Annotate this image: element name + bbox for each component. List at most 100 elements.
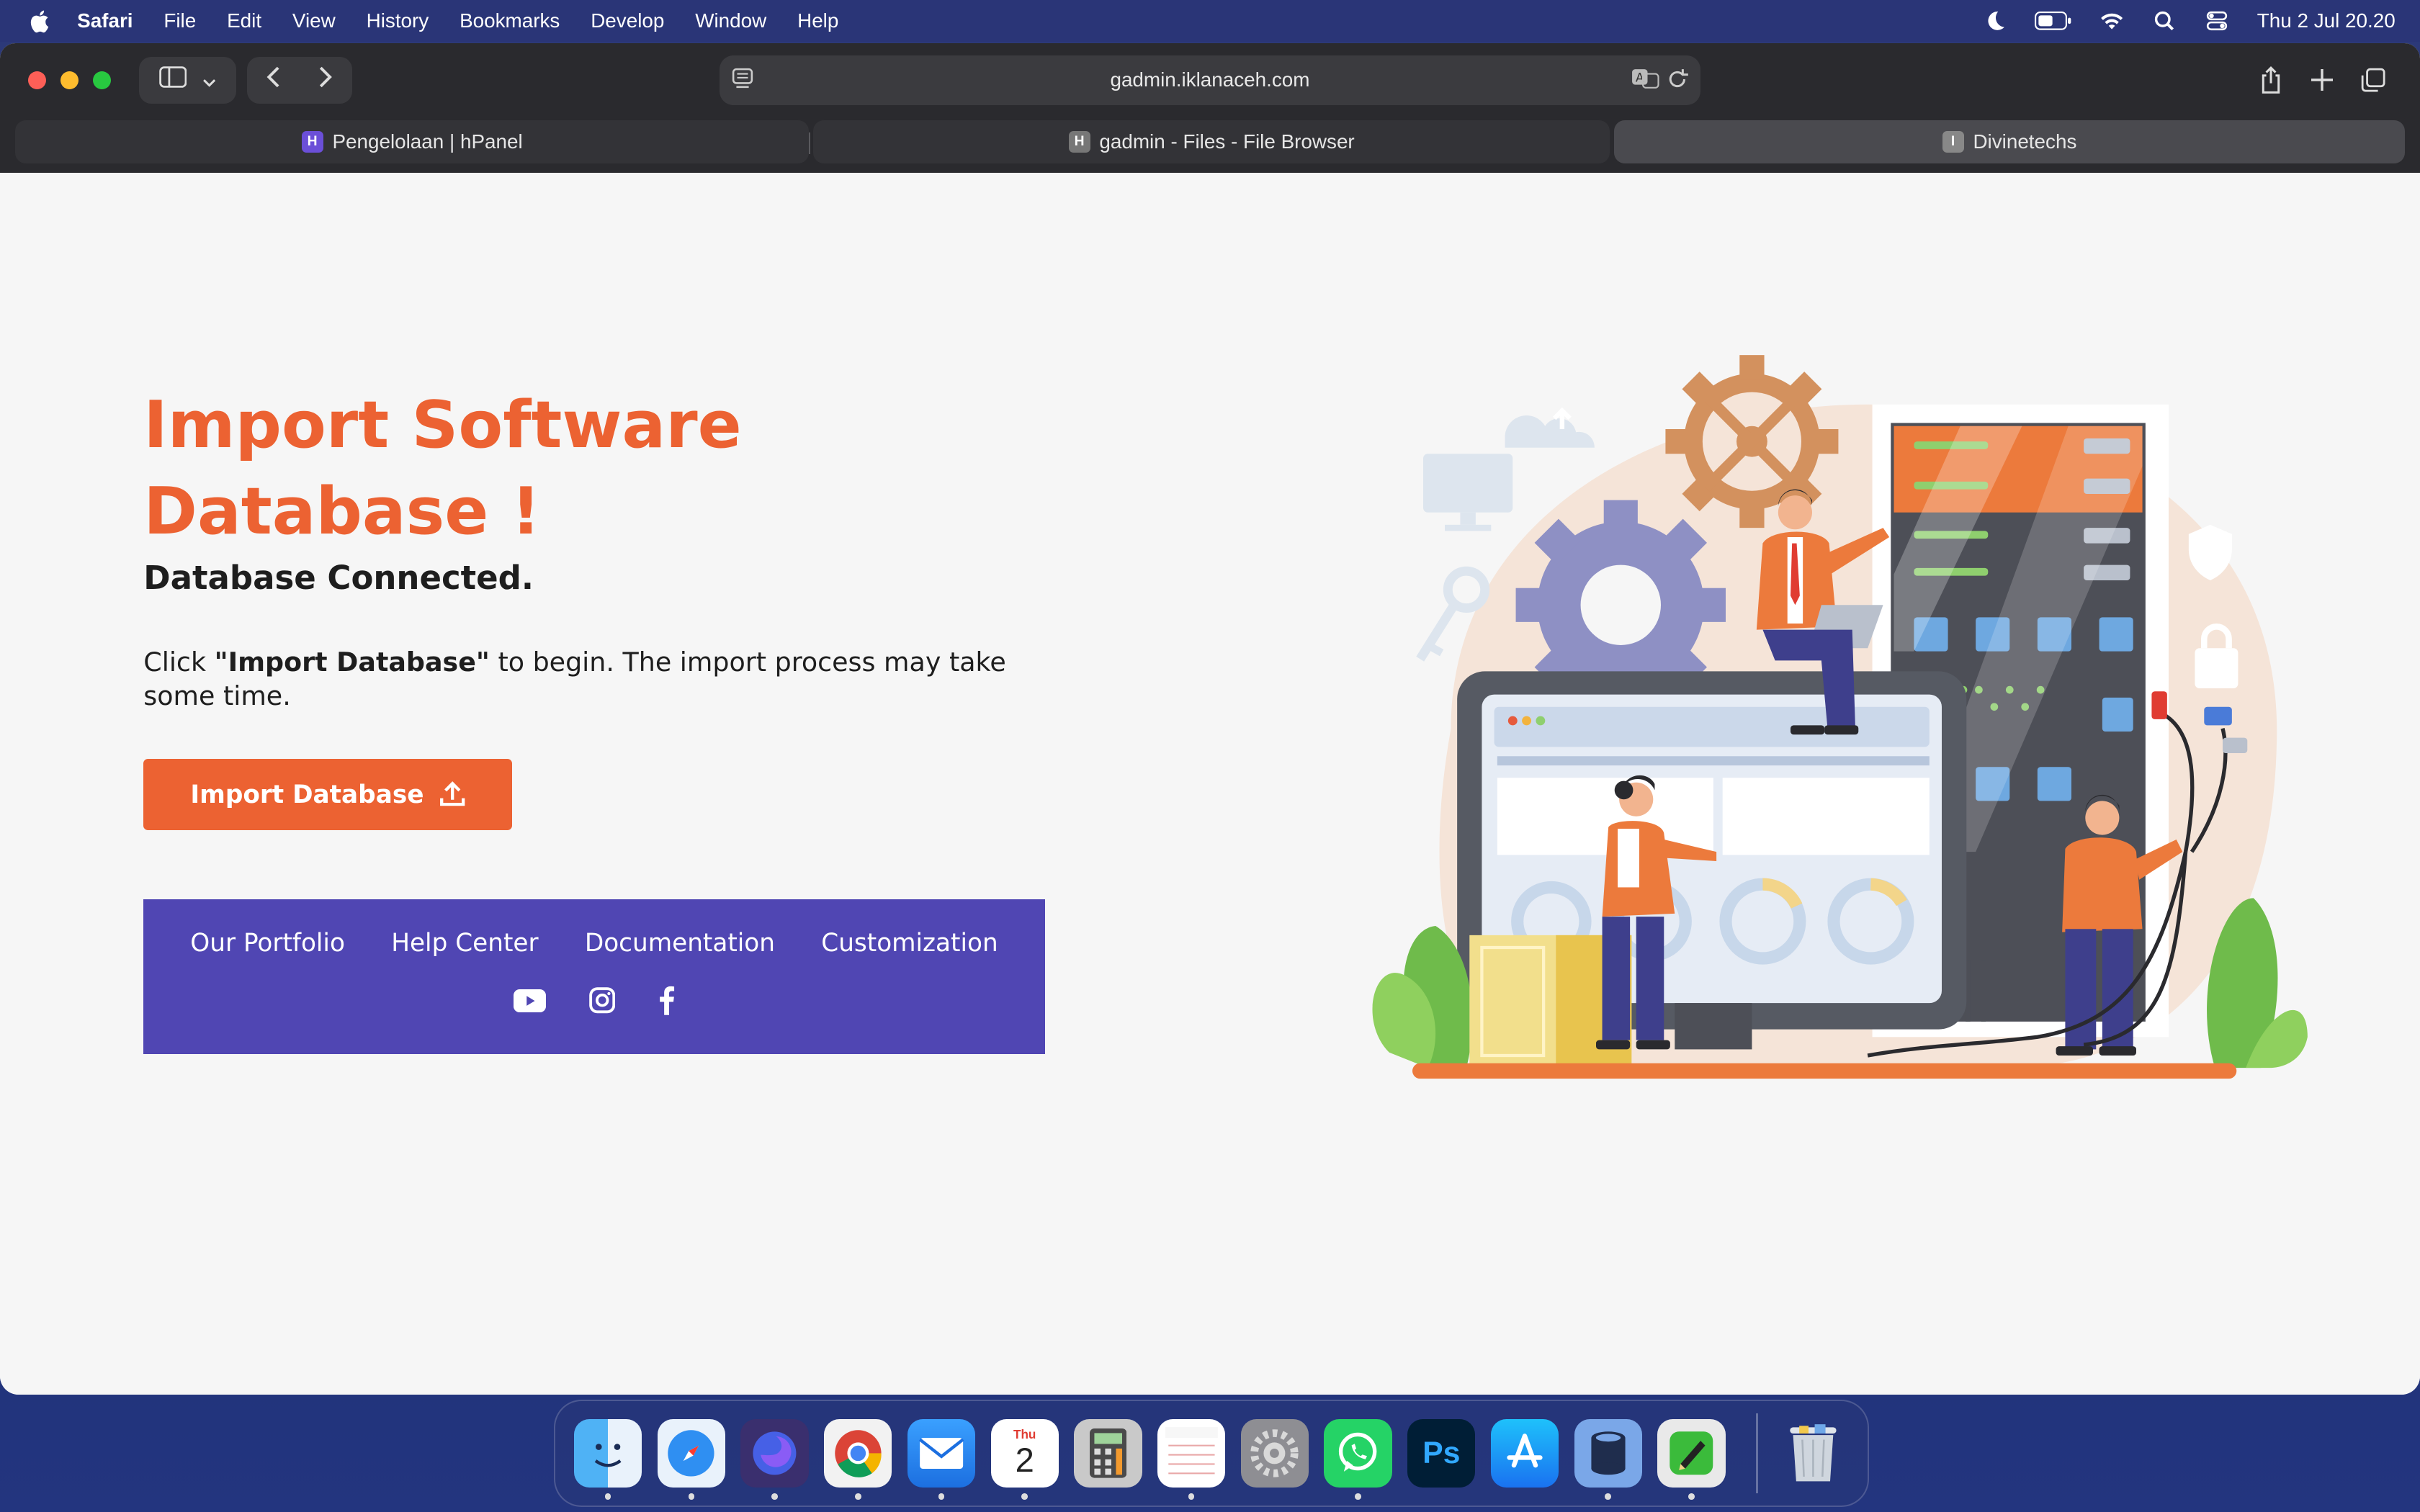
calendar-day: 2 xyxy=(1015,1441,1034,1480)
customization-link[interactable]: Customization xyxy=(821,929,998,958)
import-database-button[interactable]: Import Database xyxy=(143,759,513,830)
chevron-down-icon xyxy=(202,66,216,94)
running-indicator xyxy=(1188,1493,1195,1500)
wifi-icon[interactable] xyxy=(2099,10,2124,32)
documentation-link[interactable]: Documentation xyxy=(585,929,775,958)
control-center-icon[interactable] xyxy=(2205,10,2229,32)
sidebar-toggle-button[interactable] xyxy=(138,57,236,104)
tab-hpanel[interactable]: H Pengelolaan | hPanel xyxy=(15,120,809,164)
chrome-icon[interactable] xyxy=(824,1419,892,1488)
navigation-buttons xyxy=(246,57,352,104)
help-center-link[interactable]: Help Center xyxy=(391,929,538,958)
menu-file[interactable]: File xyxy=(163,9,196,32)
running-indicator xyxy=(771,1493,778,1500)
menubar-status-area: Thu 2 Jul 20.20 xyxy=(1982,0,2420,42)
database-app-icon[interactable] xyxy=(1574,1419,1642,1488)
address-bar[interactable]: gadmin.iklanaceh.com A xyxy=(719,55,1701,105)
running-indicator xyxy=(1688,1493,1695,1500)
desc-prefix: Click xyxy=(143,646,215,678)
apple-icon[interactable] xyxy=(28,9,50,33)
facebook-icon[interactable] xyxy=(658,986,676,1015)
server-illustration xyxy=(1372,354,2308,1079)
gear-icon xyxy=(1665,354,1839,528)
toolbar-right-actions xyxy=(2246,57,2398,103)
forward-button[interactable] xyxy=(318,66,333,94)
menu-develop[interactable]: Develop xyxy=(591,9,664,32)
footer-links-box: Our Portfolio Help Center Documentation … xyxy=(143,899,1045,1054)
system-settings-icon[interactable] xyxy=(1240,1419,1309,1488)
menu-window[interactable]: Window xyxy=(695,9,766,32)
spotlight-search-icon[interactable] xyxy=(2152,10,2177,32)
tab-bar: H Pengelolaan | hPanel H gadmin - Files … xyxy=(0,117,2420,173)
instruction-text: Click "Import Database" to begin. The im… xyxy=(143,645,1039,713)
tab-file-browser[interactable]: H gadmin - Files - File Browser xyxy=(813,120,1610,164)
social-links xyxy=(143,986,1044,1015)
moon-icon[interactable] xyxy=(1982,10,2007,32)
notes-icon[interactable] xyxy=(1157,1419,1226,1488)
mail-icon[interactable] xyxy=(907,1419,976,1488)
trash-icon[interactable] xyxy=(1780,1419,1847,1487)
calendar-month: Thu xyxy=(1013,1427,1036,1442)
cloud-upload-icon xyxy=(1505,407,1595,448)
zoom-window-button[interactable] xyxy=(92,71,112,90)
dock-separator xyxy=(1756,1413,1758,1494)
menu-history[interactable]: History xyxy=(367,9,429,32)
tab-separator xyxy=(808,132,810,155)
page-title: Import Software Database ! xyxy=(143,387,742,550)
photoshop-icon[interactable]: Ps xyxy=(1407,1419,1476,1488)
calendar-icon[interactable]: Thu 2 xyxy=(990,1419,1059,1488)
sidebar-icon xyxy=(158,66,187,94)
whatsapp-icon[interactable] xyxy=(1324,1419,1392,1488)
menu-edit[interactable]: Edit xyxy=(227,9,261,32)
back-button[interactable] xyxy=(266,66,281,94)
battery-icon[interactable] xyxy=(2035,10,2071,32)
safari-icon[interactable] xyxy=(657,1419,725,1488)
url-text[interactable]: gadmin.iklanaceh.com xyxy=(1110,68,1309,91)
minimize-window-button[interactable] xyxy=(60,71,79,90)
running-indicator xyxy=(688,1493,695,1500)
address-bar-actions: A xyxy=(1631,68,1689,94)
calculator-icon[interactable] xyxy=(1074,1419,1142,1488)
hpanel-favicon: H xyxy=(301,131,323,153)
floor-line xyxy=(1412,1063,2236,1079)
translate-icon[interactable]: A xyxy=(1631,68,1659,94)
firefox-icon[interactable] xyxy=(740,1419,809,1488)
tab-label: Divinetechs xyxy=(1973,130,2077,153)
menu-app-name[interactable]: Safari xyxy=(77,9,133,32)
page-menu-icon[interactable] xyxy=(732,68,753,94)
running-indicator xyxy=(1605,1493,1611,1500)
upload-icon xyxy=(439,781,465,807)
tab-overview-icon[interactable] xyxy=(2347,57,2398,103)
desc-bold: "Import Database" xyxy=(214,646,490,678)
menu-help[interactable]: Help xyxy=(797,9,838,32)
finder-icon[interactable] xyxy=(573,1419,642,1488)
running-indicator xyxy=(938,1493,945,1500)
youtube-icon[interactable] xyxy=(513,986,546,1015)
app-store-icon[interactable] xyxy=(1490,1419,1559,1488)
menu-bookmarks[interactable]: Bookmarks xyxy=(460,9,560,32)
running-indicator xyxy=(1355,1493,1361,1500)
tab-label: Pengelolaan | hPanel xyxy=(332,130,523,153)
file-browser-favicon: H xyxy=(1068,131,1090,153)
running-indicator xyxy=(854,1493,861,1500)
monitor-outline-icon xyxy=(1422,453,1512,531)
share-icon[interactable] xyxy=(2246,57,2297,103)
safari-window: gadmin.iklanaceh.com A H Pengelolaan | h… xyxy=(0,43,2420,1395)
macos-menu-bar: Safari File Edit View History Bookmarks … xyxy=(0,0,2420,42)
instagram-icon[interactable] xyxy=(588,986,615,1015)
facetime-icon[interactable] xyxy=(1657,1419,1726,1488)
footer-nav: Our Portfolio Help Center Documentation … xyxy=(143,929,1044,958)
browser-toolbar: gadmin.iklanaceh.com A xyxy=(0,43,2420,117)
portfolio-link[interactable]: Our Portfolio xyxy=(190,929,345,958)
divinetechs-favicon: I xyxy=(1942,131,1964,153)
tab-label: gadmin - Files - File Browser xyxy=(1099,130,1355,153)
window-controls xyxy=(27,71,125,90)
menu-view[interactable]: View xyxy=(292,9,336,32)
connection-status: Database Connected. xyxy=(143,558,534,597)
tab-divinetechs[interactable]: I Divinetechs xyxy=(1614,120,2405,164)
menubar-clock[interactable]: Thu 2 Jul 20.20 xyxy=(2257,9,2396,32)
new-tab-icon[interactable] xyxy=(2297,57,2348,103)
macos-dock: Thu 2 Ps xyxy=(554,1399,1869,1508)
close-window-button[interactable] xyxy=(27,71,47,90)
reload-icon[interactable] xyxy=(1668,68,1689,94)
